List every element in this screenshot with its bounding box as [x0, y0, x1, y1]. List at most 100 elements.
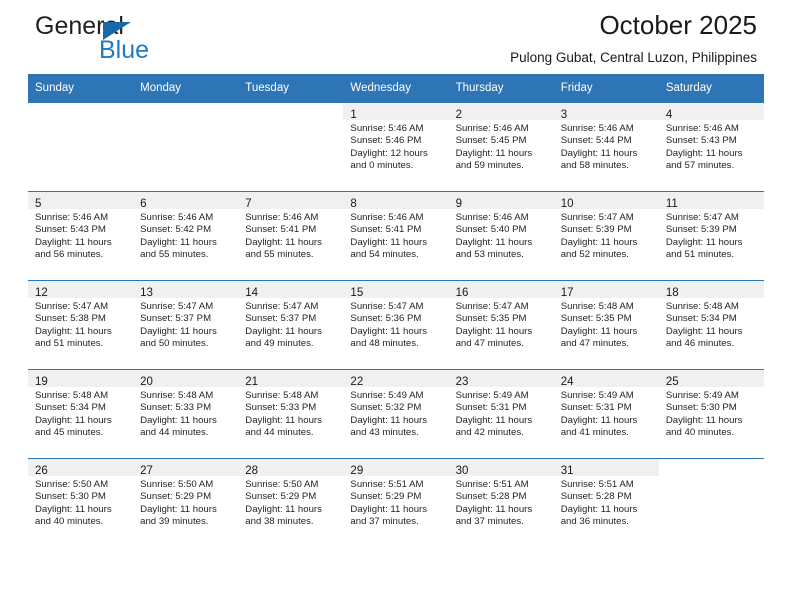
calendar-cell-inner: 22 Sunrise: 5:49 AM Sunset: 5:32 PM Dayligh… [343, 370, 449, 458]
calendar-cell-day[interactable]: 13 Sunrise: 5:47 AM Sunset: 5:37 PM Dayligh… [133, 280, 239, 370]
daylight-text-line2: and 47 minutes. [455, 338, 524, 350]
sunset-text: Sunset: 5:40 PM [455, 224, 527, 236]
calendar-cell-day[interactable]: 28 Sunrise: 5:50 AM Sunset: 5:29 PM Dayligh… [238, 458, 344, 547]
calendar-cell-day[interactable]: 27 Sunrise: 5:50 AM Sunset: 5:29 PM Dayligh… [133, 458, 239, 547]
daylight-text-line2: and 41 minutes. [560, 427, 629, 439]
calendar-cell-day[interactable]: 26 Sunrise: 5:50 AM Sunset: 5:30 PM Dayligh… [28, 458, 134, 547]
day-details: Sunrise: 5:50 AM Sunset: 5:30 PM Daylight:… [28, 476, 133, 529]
sunset-text: Sunset: 5:31 PM [560, 402, 632, 414]
day-number: 16 [455, 287, 469, 299]
daylight-text-line2: and 56 minutes. [35, 249, 104, 261]
day-details: Sunrise: 5:51 AM Sunset: 5:29 PM Daylight:… [343, 476, 448, 529]
calendar-cell-inner: 31 Sunrise: 5:51 AM Sunset: 5:28 PM Dayligh… [553, 459, 659, 547]
weekday-header-wednesday: Wednesday [343, 74, 449, 103]
calendar-cell-day[interactable]: 23 Sunrise: 5:49 AM Sunset: 5:31 PM Dayligh… [448, 369, 554, 459]
calendar-cell-day[interactable]: 1 Sunrise: 5:46 AM Sunset: 5:46 PM Daylight… [343, 102, 449, 192]
calendar-cell-day[interactable]: 3 Sunrise: 5:46 AM Sunset: 5:44 PM Daylight… [553, 102, 659, 192]
day-number-band: 2 [448, 103, 554, 121]
daylight-text-line1: Daylight: 11 hours [560, 147, 638, 159]
sunset-text: Sunset: 5:39 PM [665, 224, 737, 236]
calendar-cell-day[interactable]: 31 Sunrise: 5:51 AM Sunset: 5:28 PM Dayligh… [553, 458, 659, 547]
daylight-text-line2: and 47 minutes. [560, 338, 629, 350]
calendar-cell-day[interactable]: 8 Sunrise: 5:46 AM Sunset: 5:41 PM Daylight… [343, 191, 449, 281]
sunrise-text: Sunrise: 5:48 AM [560, 301, 634, 312]
calendar-cell-inner: 4 Sunrise: 5:46 AM Sunset: 5:43 PM Daylight… [658, 103, 764, 191]
calendar-cell-empty [658, 458, 764, 547]
day-number-band: 17 [553, 281, 659, 299]
sunset-text: Sunset: 5:34 PM [665, 313, 737, 325]
calendar-cell-day[interactable]: 10 Sunrise: 5:47 AM Sunset: 5:39 PM Dayligh… [553, 191, 659, 281]
sunset-text: Sunset: 5:44 PM [560, 135, 632, 147]
day-details: Sunrise: 5:47 AM Sunset: 5:39 PM Daylight:… [659, 209, 764, 262]
daylight-text-line1: Daylight: 11 hours [35, 503, 112, 515]
calendar-cell-day[interactable]: 9 Sunrise: 5:46 AM Sunset: 5:40 PM Daylight… [448, 191, 554, 281]
day-number-band [133, 103, 239, 120]
daylight-text-line1: Daylight: 11 hours [665, 414, 743, 426]
sunset-text: Sunset: 5:36 PM [350, 313, 422, 325]
calendar-cell-day[interactable]: 14 Sunrise: 5:47 AM Sunset: 5:37 PM Dayligh… [238, 280, 344, 370]
calendar-cell-day[interactable]: 6 Sunrise: 5:46 AM Sunset: 5:42 PM Daylight… [133, 191, 239, 281]
day-number: 8 [350, 198, 357, 210]
daylight-text-line2: and 37 minutes. [350, 516, 419, 528]
day-number: 31 [560, 465, 574, 477]
daylight-text-line1: Daylight: 11 hours [560, 414, 638, 426]
calendar-cell-empty [28, 102, 134, 192]
sunrise-text: Sunrise: 5:48 AM [35, 390, 109, 401]
calendar-cell-day[interactable]: 20 Sunrise: 5:48 AM Sunset: 5:33 PM Dayligh… [133, 369, 239, 459]
day-number-band: 26 [28, 459, 134, 477]
sunrise-text: Sunrise: 5:50 AM [35, 479, 109, 490]
calendar-cell-day[interactable]: 24 Sunrise: 5:49 AM Sunset: 5:31 PM Dayligh… [553, 369, 659, 459]
daylight-text-line1: Daylight: 11 hours [245, 414, 322, 426]
calendar-week-row: 12 Sunrise: 5:47 AM Sunset: 5:38 PM Dayligh… [28, 280, 764, 370]
daylight-text-line2: and 44 minutes. [245, 427, 314, 439]
day-number: 21 [245, 376, 259, 388]
daylight-text-line1: Daylight: 11 hours [140, 236, 217, 248]
calendar-cell-inner: 3 Sunrise: 5:46 AM Sunset: 5:44 PM Daylight… [553, 103, 659, 191]
sunrise-text: Sunrise: 5:47 AM [665, 212, 739, 223]
day-details: Sunrise: 5:46 AM Sunset: 5:45 PM Daylight:… [449, 120, 554, 173]
day-number-band: 25 [658, 370, 764, 388]
sunset-text: Sunset: 5:35 PM [455, 313, 527, 325]
calendar-cell-day[interactable]: 2 Sunrise: 5:46 AM Sunset: 5:45 PM Daylight… [448, 102, 554, 192]
calendar-cell-day[interactable]: 15 Sunrise: 5:47 AM Sunset: 5:36 PM Dayligh… [343, 280, 449, 370]
calendar-cell-day[interactable]: 25 Sunrise: 5:49 AM Sunset: 5:30 PM Dayligh… [658, 369, 764, 459]
sunset-text: Sunset: 5:34 PM [35, 402, 106, 414]
sunrise-text: Sunrise: 5:46 AM [35, 212, 109, 223]
calendar-cell-day[interactable]: 5 Sunrise: 5:46 AM Sunset: 5:43 PM Daylight… [28, 191, 134, 281]
daylight-text-line2: and 55 minutes. [140, 249, 209, 261]
calendar-week-row: 5 Sunrise: 5:46 AM Sunset: 5:43 PM Daylight… [28, 191, 764, 281]
calendar-cell-day[interactable]: 21 Sunrise: 5:48 AM Sunset: 5:33 PM Dayligh… [238, 369, 344, 459]
sunset-text: Sunset: 5:32 PM [350, 402, 422, 414]
general-blue-logo[interactable]: General Blue [35, 12, 335, 68]
calendar-cell-day[interactable]: 12 Sunrise: 5:47 AM Sunset: 5:38 PM Dayligh… [28, 280, 134, 370]
day-number-band: 23 [448, 370, 554, 388]
day-number: 20 [140, 376, 153, 388]
calendar-cell-inner [133, 103, 239, 191]
calendar-cell-day[interactable]: 22 Sunrise: 5:49 AM Sunset: 5:32 PM Dayligh… [343, 369, 449, 459]
sunrise-text: Sunrise: 5:48 AM [665, 301, 739, 312]
day-number-band: 13 [133, 281, 239, 299]
day-number: 29 [350, 465, 364, 477]
sunrise-text: Sunrise: 5:46 AM [140, 212, 214, 223]
calendar-cell-day[interactable]: 17 Sunrise: 5:48 AM Sunset: 5:35 PM Dayligh… [553, 280, 659, 370]
calendar-cell-day[interactable]: 7 Sunrise: 5:46 AM Sunset: 5:41 PM Daylight… [238, 191, 344, 281]
day-number-band: 24 [553, 370, 659, 388]
day-details: Sunrise: 5:48 AM Sunset: 5:35 PM Daylight:… [554, 298, 659, 351]
calendar-cell-day[interactable]: 19 Sunrise: 5:48 AM Sunset: 5:34 PM Dayligh… [28, 369, 134, 459]
calendar-cell-day[interactable]: 29 Sunrise: 5:51 AM Sunset: 5:29 PM Dayligh… [343, 458, 449, 547]
daylight-text-line2: and 57 minutes. [665, 160, 735, 172]
sunset-text: Sunset: 5:45 PM [455, 135, 527, 147]
calendar-cell-day[interactable]: 16 Sunrise: 5:47 AM Sunset: 5:35 PM Dayligh… [448, 280, 554, 370]
calendar-cell-day[interactable]: 30 Sunrise: 5:51 AM Sunset: 5:28 PM Dayligh… [448, 458, 554, 547]
calendar-cell-inner: 27 Sunrise: 5:50 AM Sunset: 5:29 PM Dayligh… [133, 459, 239, 547]
weekday-header-friday: Friday [553, 74, 659, 103]
calendar-cell-day[interactable]: 11 Sunrise: 5:47 AM Sunset: 5:39 PM Dayligh… [658, 191, 764, 281]
daylight-text-line1: Daylight: 11 hours [350, 503, 428, 515]
daylight-text-line1: Daylight: 11 hours [140, 325, 217, 337]
day-number-band: 19 [28, 370, 134, 388]
calendar-cell-inner: 28 Sunrise: 5:50 AM Sunset: 5:29 PM Dayligh… [238, 459, 344, 547]
daylight-text-line2: and 36 minutes. [560, 516, 629, 528]
calendar-cell-day[interactable]: 4 Sunrise: 5:46 AM Sunset: 5:43 PM Daylight… [658, 102, 764, 192]
calendar-cell-day[interactable]: 18 Sunrise: 5:48 AM Sunset: 5:34 PM Dayligh… [658, 280, 764, 370]
day-number: 13 [140, 287, 153, 299]
